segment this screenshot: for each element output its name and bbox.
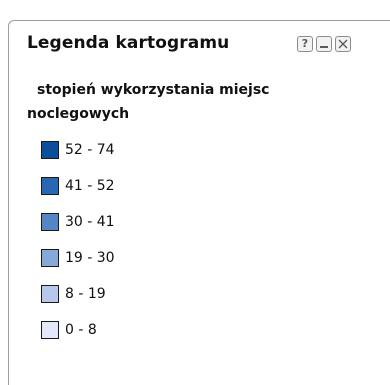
- window-title: Legenda kartogramu: [27, 33, 230, 53]
- close-icon: [338, 39, 348, 49]
- minimize-icon: [320, 46, 328, 48]
- legend-range-label: 19 - 30: [65, 250, 115, 266]
- legend-subtitle-line2: noclegowych: [27, 106, 130, 122]
- legend-swatch: [41, 321, 59, 339]
- legend-swatch: [41, 285, 59, 303]
- minimize-button[interactable]: [316, 36, 332, 52]
- help-icon: ?: [301, 37, 309, 50]
- legend-subtitle-line1: stopień wykorzystania miejsc: [37, 82, 270, 98]
- legend-swatch: [41, 249, 59, 267]
- legend-swatch: [41, 213, 59, 231]
- help-button[interactable]: ?: [297, 36, 313, 52]
- legend-range-label: 52 - 74: [65, 142, 115, 158]
- legend-range-label: 0 - 8: [65, 322, 97, 338]
- window-titlebar: Legenda kartogramu ?: [9, 21, 390, 61]
- legend-window: Legenda kartogramu ? stopień wykorzystan…: [8, 20, 390, 385]
- legend-range-label: 41 - 52: [65, 178, 115, 194]
- legend-swatch: [41, 141, 59, 159]
- legend-range-label: 30 - 41: [65, 214, 115, 230]
- close-button[interactable]: [335, 36, 351, 52]
- legend-range-label: 8 - 19: [65, 286, 106, 302]
- legend-swatch: [41, 177, 59, 195]
